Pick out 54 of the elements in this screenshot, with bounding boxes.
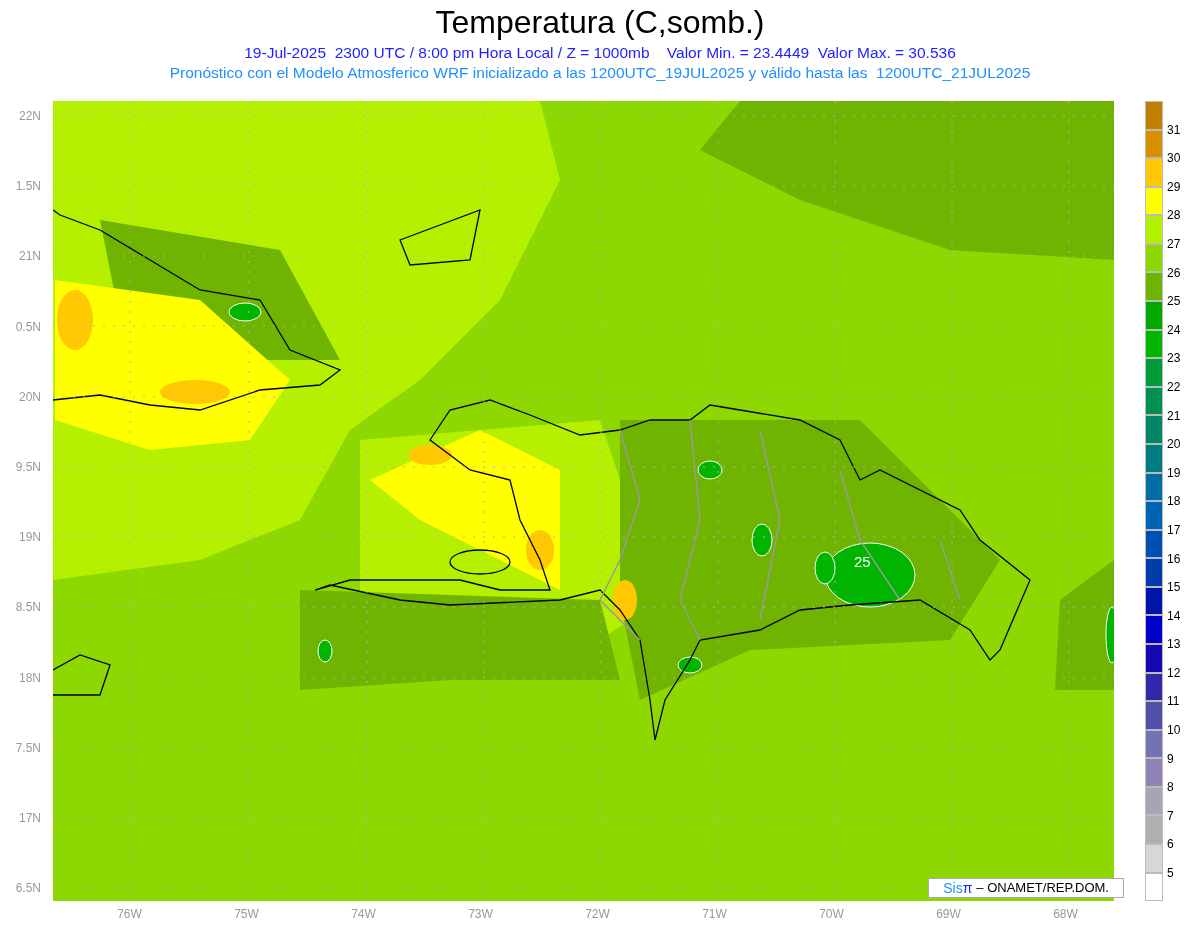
latitude-label: 1.5N <box>15 178 41 196</box>
chart-subtitle: 19-Jul-2025 2300 UTC / 8:00 pm Hora Local / Z = 1000mb Valor Min. = 23.4449 Valor Max. = 30.536 <box>244 43 956 63</box>
colorbar-label: 14 <box>1167 607 1181 625</box>
longitude-label: 76W <box>117 906 142 923</box>
colorbar-label: 8 <box>1167 779 1174 797</box>
colorbar-label: 15 <box>1167 579 1181 597</box>
colorbar-label: 28 <box>1167 207 1181 225</box>
latitude-label: 21N <box>19 248 41 266</box>
colorbar-label: 27 <box>1167 235 1181 253</box>
latitude-label: 7.5N <box>15 739 41 757</box>
latitude-label: 9.5N <box>15 459 41 477</box>
latitude-label: 17N <box>19 809 41 827</box>
chart-subtitle: Pronóstico con el Modelo Atmosferico WRF inicializado a las 1200UTC_19JUL2025 y válido hasta las 1200UTC_21JUL2025 <box>169 63 1031 83</box>
logo: Sisπ <box>943 881 973 895</box>
colorbar-label: 20 <box>1167 436 1181 454</box>
longitude-label: 71W <box>702 906 727 923</box>
longitude-label: 72W <box>585 906 610 923</box>
colorbar-label: 19 <box>1167 464 1181 482</box>
colorbar-label: 5 <box>1167 865 1174 883</box>
longitude-label: 68W <box>1053 906 1078 923</box>
colorbar-label: 7 <box>1167 807 1174 825</box>
colorbar-label: 21 <box>1167 407 1181 425</box>
latitude-label: 22N <box>19 108 41 126</box>
colorbar-label: 23 <box>1167 350 1181 368</box>
longitude-label: 74W <box>351 906 376 923</box>
longitude-label: 75W <box>234 906 259 923</box>
colorbar-label: 18 <box>1167 493 1181 511</box>
credit-text: – ONAMET/REP.DOM. <box>976 879 1109 898</box>
colorbar-label: 29 <box>1167 178 1181 196</box>
latitude-label: 6.5N <box>15 880 41 898</box>
colorbar-label: 11 <box>1167 693 1180 711</box>
longitude-label: 73W <box>468 906 493 923</box>
colorbar-label: 16 <box>1167 550 1181 568</box>
colorbar-label: 6 <box>1167 836 1174 854</box>
colorbar-label: 17 <box>1167 521 1181 539</box>
latitude-label: 19N <box>19 529 41 547</box>
latitude-label: 8.5N <box>15 599 41 617</box>
colorbar-label: 12 <box>1167 664 1181 682</box>
longitude-label: 69W <box>936 906 961 923</box>
latitude-label: 0.5N <box>15 318 41 336</box>
colorbar-label: 13 <box>1167 636 1181 654</box>
longitude-label: 70W <box>819 906 844 923</box>
colorbar-label: 24 <box>1167 321 1181 339</box>
colorbar-label: 10 <box>1167 722 1181 740</box>
latitude-label: 20N <box>19 388 41 406</box>
chart-title: Temperatura (C,somb.) <box>435 3 765 42</box>
colorbar-label: 25 <box>1167 293 1181 311</box>
colorbar-label: 22 <box>1167 378 1181 396</box>
colorbar-label: 30 <box>1167 150 1181 168</box>
colorbar-label: 9 <box>1167 750 1174 768</box>
colorbar-label: 31 <box>1167 121 1181 139</box>
latitude-label: 18N <box>19 669 41 687</box>
contour-label: 25 <box>854 553 871 570</box>
colorbar-label: 26 <box>1167 264 1181 282</box>
